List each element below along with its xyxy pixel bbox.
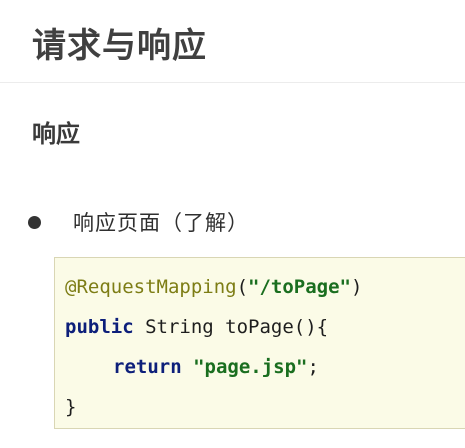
bullet-dot-icon	[28, 215, 41, 229]
code-closing-brace: }	[65, 396, 77, 418]
bullet-text: 响应页面（了解）	[73, 211, 249, 235]
code-annotation: @RequestMapping	[65, 276, 237, 298]
section-heading: 响应	[32, 120, 80, 148]
code-line-4: }	[65, 392, 465, 432]
bullet-item: 响应页面（了解）	[28, 207, 249, 237]
code-block: @RequestMapping("/toPage") public String…	[54, 257, 465, 429]
title-band: 请求与响应	[0, 0, 465, 83]
code-keyword-return: return	[113, 356, 182, 378]
code-string-path: "/toPage"	[248, 276, 351, 298]
code-string-page: "page.jsp"	[193, 356, 308, 378]
code-semicolon: ;	[307, 356, 319, 378]
code-paren-open: (	[236, 276, 249, 298]
page-title: 请求与响应	[32, 26, 207, 66]
code-line-3: return "page.jsp";	[65, 352, 465, 392]
code-keyword-public: public	[65, 316, 134, 338]
code-method-signature: String toPage(){	[133, 316, 329, 338]
code-line-2: public String toPage(){	[65, 312, 465, 352]
code-line-1: @RequestMapping("/toPage")	[65, 272, 465, 312]
code-paren-close: )	[351, 276, 363, 298]
